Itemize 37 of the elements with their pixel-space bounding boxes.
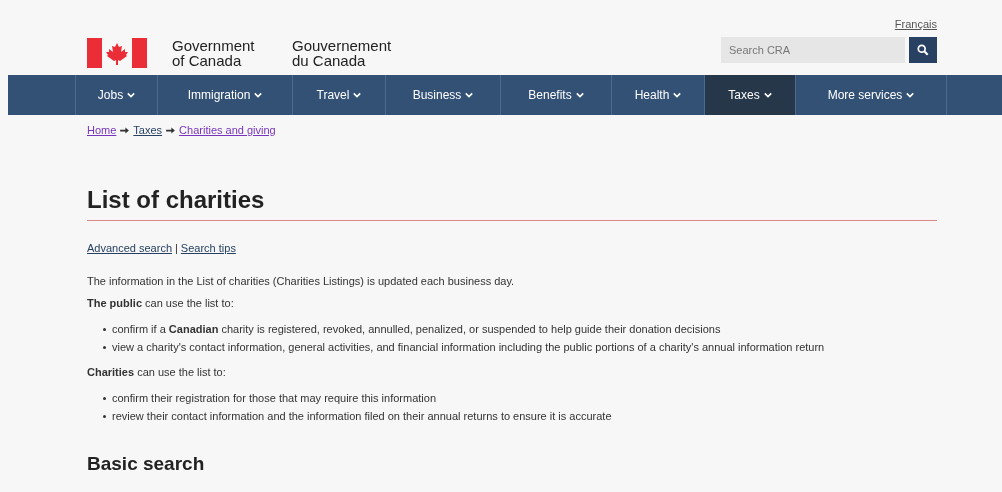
intro-text: The information in the List of charities (Charities Listings) is updated each business day. [87,275,516,287]
search-button[interactable] [909,37,937,63]
bullet-text: confirm their registration for those that may require this information [112,391,437,406]
caret-icon [353,92,362,98]
section-heading: Basic search [87,453,206,475]
bullet-text: confirm if a Canadian charity is registered, revoked, annulled, penalized, or suspended to help guide their donation decisions [112,322,721,337]
bullet-text: review their contact information and the information filed on their annual returns to ensure it is accurate [112,409,612,424]
caret-icon [465,92,474,98]
breadcrumb-link[interactable]: Taxes [133,124,163,136]
breadcrumb-link[interactable]: Home [87,124,117,136]
search-field[interactable]: Search CRA [721,37,905,63]
government-wordmark: Government of Canada [172,38,256,68]
search-link[interactable]: Advanced search [87,242,172,254]
caret-icon [763,92,772,98]
bullet-icon [103,327,106,331]
bullet-icon [103,414,106,418]
list-lead-text: The public can use the list to: [87,297,235,309]
breadcrumb-arrow-icon [120,126,130,134]
caret-icon [575,92,584,98]
search-icon [917,44,929,56]
list-lead-text: Charities can use the list to: [87,366,227,378]
bullet-icon [103,345,106,349]
link-separator: | [175,242,178,254]
breadcrumb-link[interactable]: Charities and giving [179,124,276,136]
page-title: List of charities [87,186,937,221]
caret-icon [673,92,682,98]
flag-icon [87,38,147,68]
bullet-icon [103,396,106,400]
caret-icon [127,92,136,98]
breadcrumb-arrow-icon [166,126,176,134]
search-link[interactable]: Search tips [180,242,236,254]
government-wordmark-french: Gouvernement du Canada [292,38,393,68]
bullet-text: view a charity's contact information, general activities, and financial information including the public portions of a charity's annual information return [112,340,825,355]
language-link[interactable]: Français [894,18,937,30]
caret-icon [254,92,263,98]
caret-icon [906,92,915,98]
menu-tab[interactable]: Taxes [705,75,796,115]
